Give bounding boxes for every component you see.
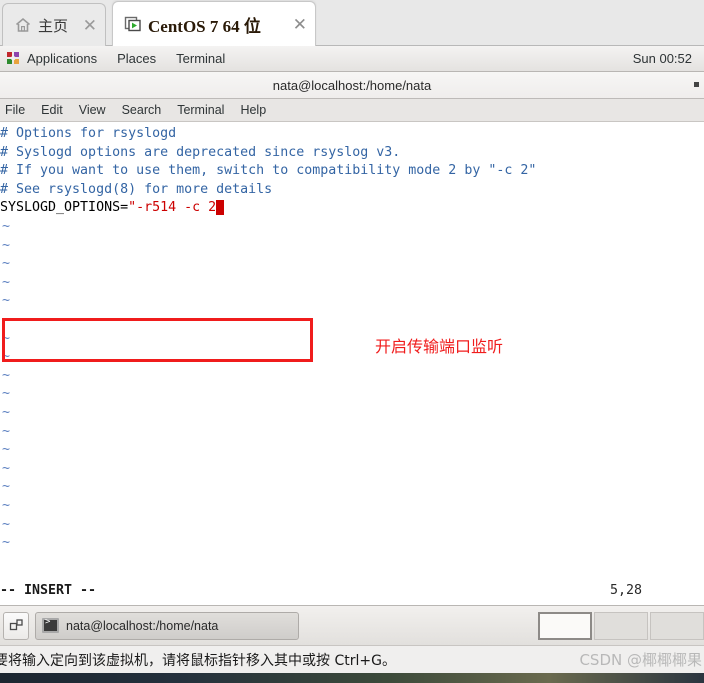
vmware-tab-home[interactable]: 主页 ✕ (2, 3, 106, 46)
vm-powered-on-icon (123, 14, 143, 34)
vim-tilde: ~ (2, 460, 11, 476)
annotation-highlight-box (2, 318, 313, 362)
vim-tilde: ~ (2, 312, 11, 327)
gnome-menu-applications[interactable]: Applications (0, 46, 107, 71)
vim-option-key: SYSLOGD_OPTIONS= (0, 200, 129, 216)
terminal-title-label: nata@localhost:/home/nata (272, 77, 432, 93)
window-control-icon[interactable] (694, 82, 699, 87)
terminal-icon (42, 617, 59, 633)
menu-file[interactable]: File (0, 99, 33, 121)
show-desktop-icon[interactable] (3, 611, 29, 640)
taskbar-window-label: nata@localhost:/home/nata (66, 618, 219, 633)
vim-tilde: ~ (2, 479, 11, 495)
terminal-menubar: File Edit View Search Terminal Help (0, 99, 704, 122)
vim-tilde: ~ (2, 367, 11, 383)
app-grid-icon (6, 51, 21, 66)
vim-option-value: -r514 -c 2 (136, 200, 217, 216)
menu-help-label: Help (240, 103, 267, 117)
gnome-menu-terminal[interactable]: Terminal (166, 46, 235, 71)
vmware-status-bar: 要将输入定向到该虚拟机，请将鼠标指针移入其中或按 Ctrl+G。 CSDN @椰… (0, 645, 704, 673)
vmware-tab-centos-label: CentOS 7 64 位 (148, 16, 261, 36)
terminal-content[interactable]: # Options for rsyslogd # Syslogd options… (0, 122, 704, 604)
vim-cursor-position: 5,28 (610, 583, 643, 598)
vim-mode-indicator: -- INSERT -- (0, 583, 97, 598)
vim-line-2: # Syslogd options are deprecated since r… (0, 144, 401, 160)
gnome-menu-places[interactable]: Places (107, 46, 166, 71)
menu-edit-label: Edit (41, 103, 63, 117)
taskbar-window-button[interactable]: nata@localhost:/home/nata (35, 611, 299, 640)
menu-edit[interactable]: Edit (33, 99, 71, 121)
vim-tilde: ~ (2, 293, 11, 309)
close-icon[interactable]: ✕ (283, 16, 307, 33)
vim-line-3: # If you want to use them, switch to com… (0, 163, 537, 179)
close-icon[interactable]: ✕ (73, 17, 97, 34)
vim-tilde: ~ (2, 219, 11, 234)
menu-help[interactable]: Help (232, 99, 274, 121)
terminal-window: nata@localhost:/home/nata File Edit View… (0, 72, 704, 605)
workspace-3[interactable] (650, 611, 704, 640)
workspace-switcher (536, 611, 704, 640)
menu-terminal[interactable]: Terminal (169, 99, 232, 121)
vim-tilde: ~ (2, 349, 11, 365)
vim-tilde: ~ (2, 442, 11, 458)
desktop-wallpaper-strip (0, 673, 704, 683)
gnome-menu-places-label: Places (117, 51, 157, 66)
vim-tilde: ~ (2, 498, 11, 513)
menu-terminal-label: Terminal (177, 103, 225, 117)
vim-line-edited: SYSLOGD_OPTIONS="-r514 -c 2" (0, 199, 225, 218)
vim-tilde: ~ (2, 330, 11, 346)
home-icon (13, 15, 33, 35)
vmware-tab-strip: 主页 ✕ CentOS 7 64 位 ✕ (0, 0, 704, 46)
vmware-tab-home-label: 主页 (38, 17, 69, 35)
gnome-taskbar: nata@localhost:/home/nata (0, 605, 704, 645)
vim-tilde: ~ (2, 516, 11, 532)
menu-view[interactable]: View (71, 99, 114, 121)
vim-tilde: ~ (2, 423, 11, 439)
menu-file-label: File (5, 103, 26, 117)
vim-quote-open: " (128, 200, 137, 216)
menu-view-label: View (78, 103, 106, 117)
gnome-menu-terminal-label: Terminal (176, 51, 226, 66)
vim-line-1: # Options for rsyslogd (0, 126, 177, 141)
vim-tilde: ~ (2, 386, 11, 402)
terminal-titlebar: nata@localhost:/home/nata (0, 72, 704, 99)
csdn-watermark: CSDN @椰椰椰果 (579, 651, 702, 669)
gnome-menu-applications-label: Applications (27, 51, 98, 66)
annotation-label: 开启传输端口监听 (375, 337, 504, 356)
vim-tilde: ~ (2, 274, 11, 290)
vim-cursor: " (216, 200, 225, 216)
menu-search[interactable]: Search (114, 99, 170, 121)
menu-search-label: Search (121, 103, 162, 117)
vim-tilde: ~ (2, 535, 11, 551)
gnome-top-panel: Applications Places Terminal Sun 00:52 (0, 46, 704, 72)
vim-tilde: ~ (2, 405, 11, 420)
vim-status-line: -- INSERT -- 5,28 (0, 578, 704, 604)
workspace-2[interactable] (594, 611, 648, 640)
vim-tilde: ~ (2, 237, 11, 253)
gnome-clock[interactable]: Sun 00:52 (633, 51, 704, 66)
vim-line-4: # See rsyslogd(8) for more details (0, 181, 273, 197)
vmware-tab-centos[interactable]: CentOS 7 64 位 ✕ (112, 1, 316, 46)
workspace-1[interactable] (538, 611, 592, 640)
vmware-status-message: 要将输入定向到该虚拟机，请将鼠标指针移入其中或按 Ctrl+G。 (0, 652, 396, 669)
vim-tilde: ~ (2, 256, 11, 272)
